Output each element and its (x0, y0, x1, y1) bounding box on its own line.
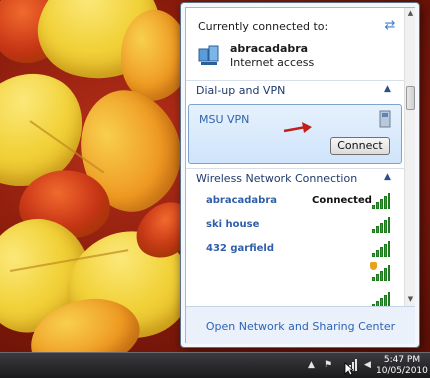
section-wireless[interactable]: Wireless Network Connection ▲ (186, 168, 404, 188)
section-title: Dial-up and VPN (196, 84, 286, 97)
clock-time[interactable]: 5:47 PM (382, 355, 422, 365)
scroll-thumb[interactable] (406, 86, 415, 110)
signal-strength-icon (372, 217, 390, 233)
network-icon (198, 45, 219, 65)
signal-strength-icon (372, 193, 390, 209)
flyout-footer: Open Network and Sharing Center (186, 306, 415, 344)
vpn-name: MSU VPN (199, 113, 250, 126)
signal-strength-icon (372, 292, 390, 306)
scroll-down-icon[interactable]: ▼ (405, 294, 416, 305)
collapse-caret-icon[interactable]: ▲ (384, 172, 391, 182)
wifi-network-item[interactable] (186, 286, 404, 306)
vpn-icon (379, 110, 391, 128)
connected-header: Currently connected to: ⇄ abracadabra In… (186, 8, 404, 80)
mouse-cursor-icon (344, 362, 354, 376)
signal-strength-icon (372, 241, 390, 257)
wifi-network-item[interactable]: 432 garfield (186, 238, 404, 262)
refresh-icon[interactable]: ⇄ (382, 18, 398, 34)
flyout-content: Currently connected to: ⇄ abracadabra In… (185, 7, 415, 344)
wifi-network-item[interactable]: ski house (186, 214, 404, 238)
chevron-up-icon[interactable]: ▲ (308, 360, 315, 370)
wifi-network-item[interactable]: abracadabra Connected (186, 190, 404, 214)
current-network-name: abracadabra (230, 42, 309, 55)
section-dialup-vpn[interactable]: Dial-up and VPN ▲ (186, 80, 404, 100)
vpn-item[interactable]: MSU VPN Connect (188, 104, 402, 164)
wifi-network-name: abracadabra (206, 195, 278, 206)
collapse-caret-icon[interactable]: ▲ (384, 84, 391, 94)
wifi-network-name: ski house (206, 219, 260, 230)
connected-title: Currently connected to: (198, 20, 329, 33)
red-arrow-icon (283, 122, 312, 133)
signal-strength-icon (372, 265, 390, 281)
taskbar: ▲ ⚑ ◀ 5:47 PM 10/05/2010 (0, 352, 430, 378)
section-title: Wireless Network Connection (196, 172, 358, 185)
flag-icon[interactable]: ⚑ (324, 360, 332, 370)
network-flyout: Currently connected to: ⇄ abracadabra In… (180, 2, 420, 348)
scrollbar[interactable]: ▲ ▼ (404, 8, 415, 306)
open-network-sharing-center-link[interactable]: Open Network and Sharing Center (186, 320, 415, 333)
volume-icon[interactable]: ◀ (364, 360, 371, 370)
wifi-network-status: Connected (312, 195, 372, 206)
scroll-up-icon[interactable]: ▲ (405, 8, 416, 19)
system-tray: ▲ ⚑ ◀ 5:47 PM 10/05/2010 (306, 353, 430, 378)
current-network-status: Internet access (230, 56, 315, 69)
wifi-network-item[interactable] (186, 262, 404, 286)
connect-button[interactable]: Connect (330, 137, 390, 155)
wifi-network-name: 432 garfield (206, 243, 274, 254)
clock-date[interactable]: 10/05/2010 (376, 366, 428, 376)
